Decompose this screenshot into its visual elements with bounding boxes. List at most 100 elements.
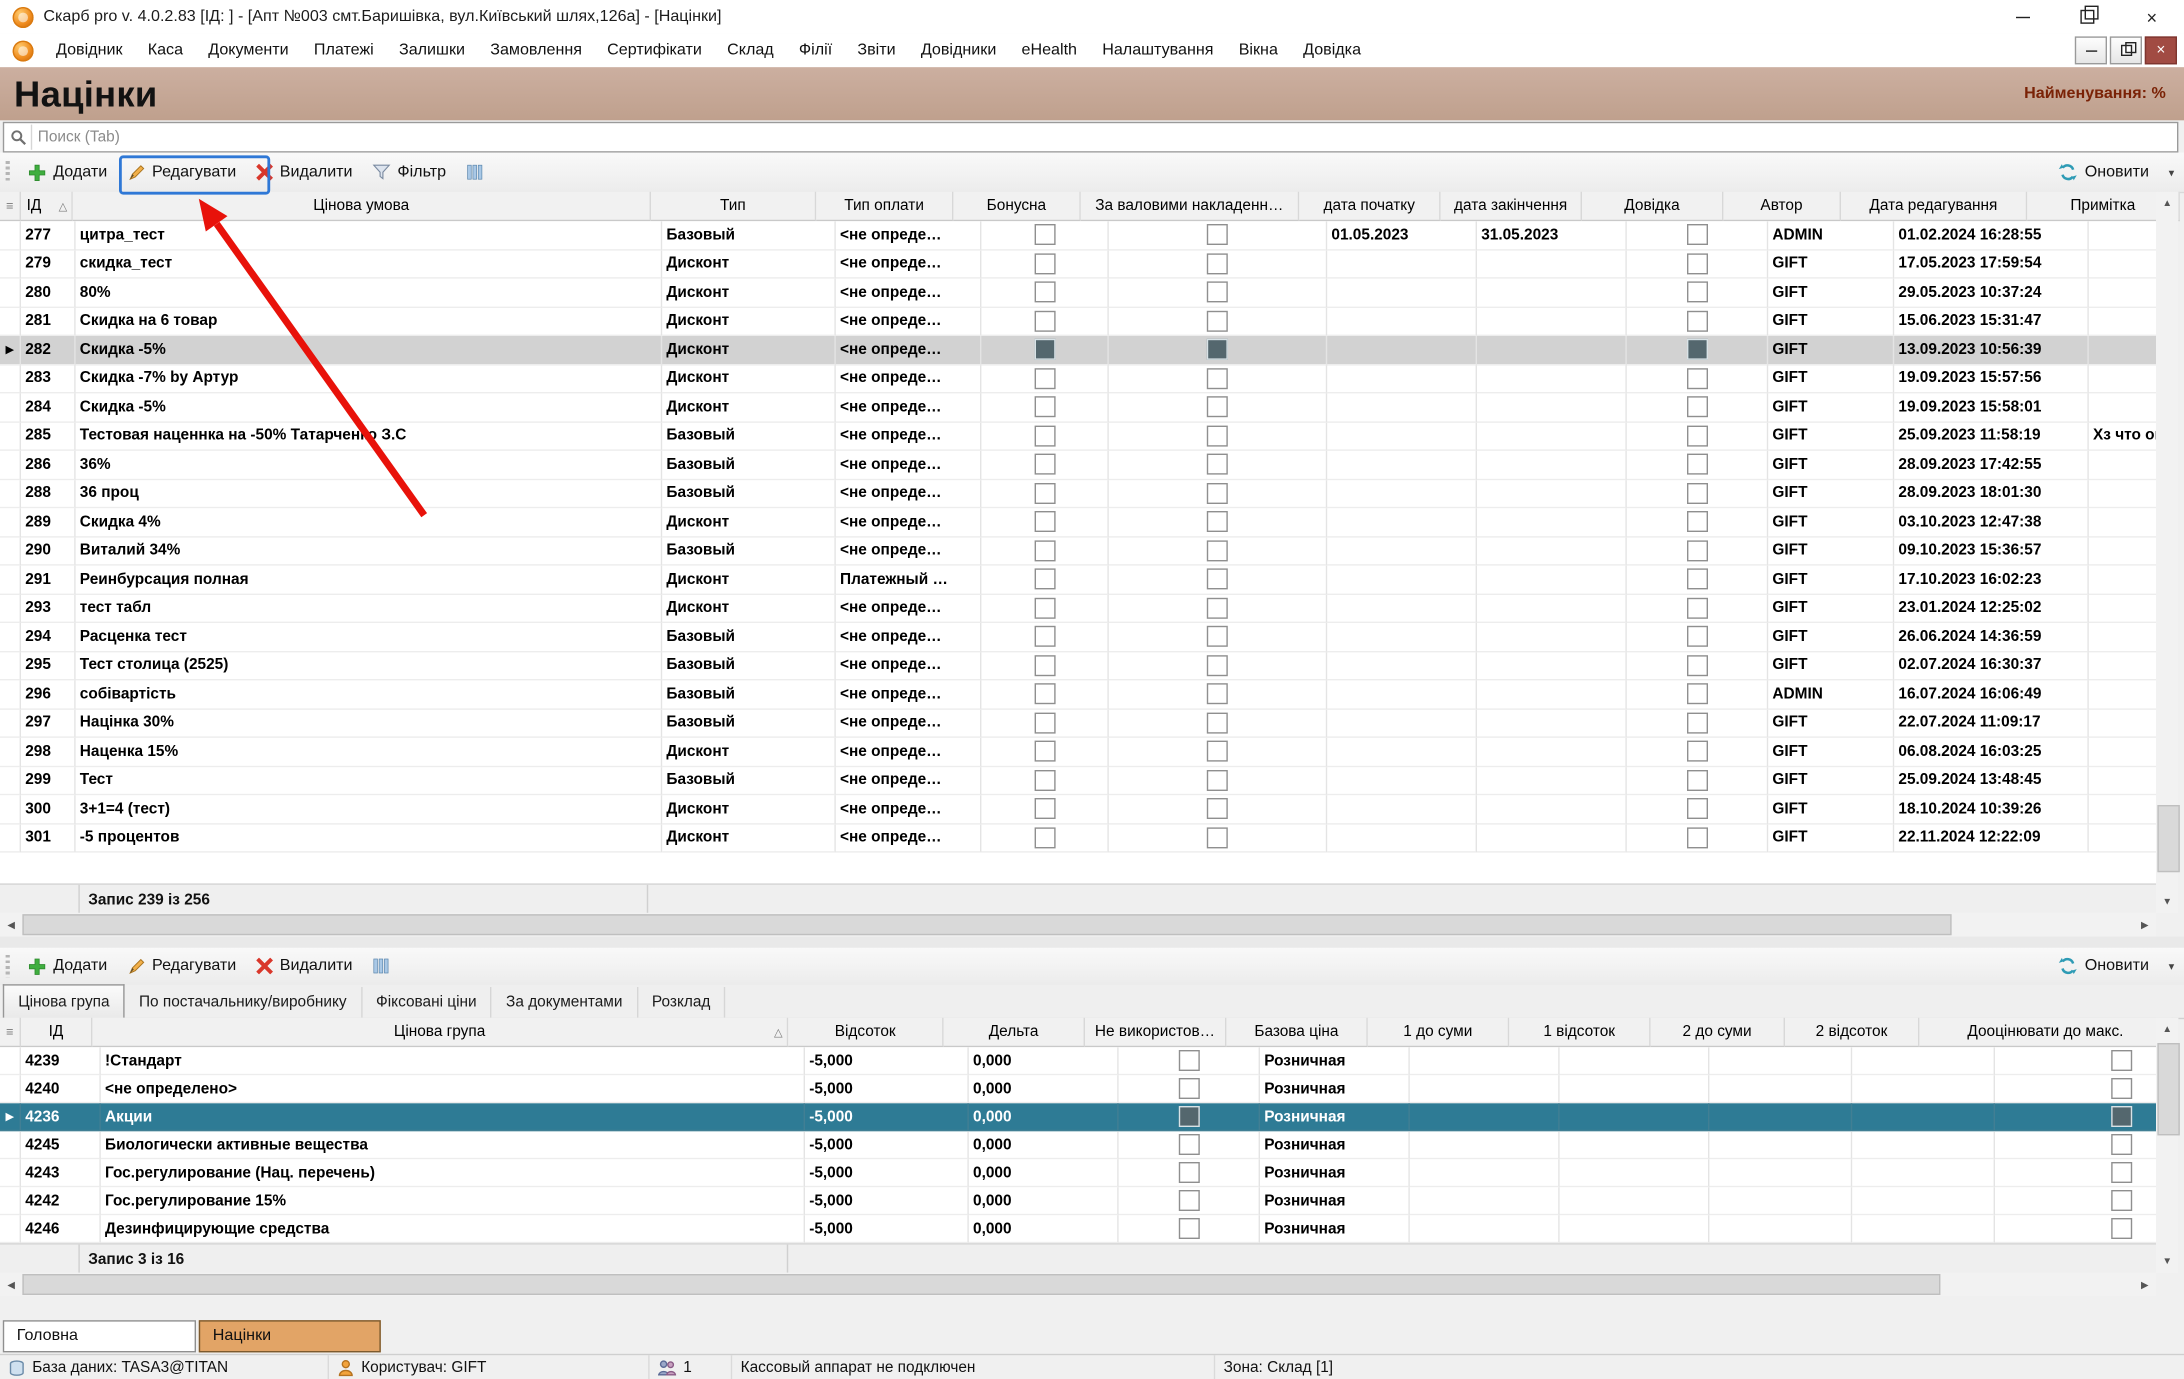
table-row[interactable]: 4240<не определено>-5,0000,000Розничная xyxy=(0,1075,2156,1103)
scroll-right-button[interactable]: ▶ xyxy=(2134,1273,2156,1297)
checkbox[interactable] xyxy=(1207,798,1228,819)
checkbox[interactable] xyxy=(1207,253,1228,274)
minimize-button[interactable] xyxy=(1991,0,2055,34)
panel-tab[interactable]: Розклад xyxy=(638,987,726,1018)
checkbox[interactable] xyxy=(1034,253,1055,274)
menu-item[interactable]: Довідник xyxy=(43,34,135,68)
checkbox[interactable] xyxy=(1207,597,1228,618)
checkbox[interactable] xyxy=(2111,1050,2132,1071)
checkbox[interactable] xyxy=(1034,741,1055,762)
checkbox[interactable] xyxy=(2111,1218,2132,1239)
column-header-date-start[interactable]: дата початку xyxy=(1299,192,1440,221)
checkbox[interactable] xyxy=(1034,827,1055,848)
checkbox[interactable] xyxy=(2111,1134,2132,1155)
checkbox[interactable] xyxy=(1034,569,1055,590)
column-header-pct1[interactable]: 1 відсоток xyxy=(1509,1018,1650,1047)
page-tab[interactable]: Головна xyxy=(3,1320,196,1352)
column-header-reprice[interactable]: Дооцінювати до макс. xyxy=(1919,1018,2172,1047)
menu-item[interactable]: Звіти xyxy=(845,34,908,68)
checkbox[interactable] xyxy=(1686,397,1707,418)
column-header-pay[interactable]: Тип оплати xyxy=(816,192,953,221)
table-row[interactable]: 299ТестБазовый<не опреде…GIFT25.09.2024 … xyxy=(0,767,2156,796)
table-row[interactable]: 297Націнка 30%Базовый<не опреде…GIFT22.0… xyxy=(0,709,2156,738)
checkbox[interactable] xyxy=(1686,798,1707,819)
table-row[interactable]: 285Тестовая наценнка на -50% Татарченко … xyxy=(0,422,2156,451)
vscroll-thumb[interactable] xyxy=(2157,1043,2179,1135)
checkbox[interactable] xyxy=(1034,397,1055,418)
checkbox[interactable] xyxy=(1034,798,1055,819)
checkbox[interactable] xyxy=(1034,425,1055,446)
column-header-name[interactable]: Цінова умова xyxy=(73,192,651,221)
table-row[interactable]: 4245Биологически активные вещества-5,000… xyxy=(0,1131,2156,1159)
add-button-bottom[interactable]: Додати xyxy=(18,948,117,984)
panel-tab[interactable]: За документами xyxy=(492,987,638,1018)
checkbox[interactable] xyxy=(1207,511,1228,532)
table-row[interactable]: 290Виталий 34%Базовый<не опреде…GIFT09.1… xyxy=(0,537,2156,566)
checkbox[interactable] xyxy=(1686,511,1707,532)
checkbox[interactable] xyxy=(1034,511,1055,532)
checkbox[interactable] xyxy=(1686,655,1707,676)
refresh-dropdown-icon[interactable]: ▾ xyxy=(2169,960,2184,973)
checkbox[interactable] xyxy=(1207,339,1228,360)
menu-item[interactable]: Налаштування xyxy=(1090,34,1226,68)
scroll-right-button[interactable]: ▶ xyxy=(2134,913,2156,937)
column-header-type[interactable]: Тип xyxy=(651,192,816,221)
checkbox[interactable] xyxy=(1686,425,1707,446)
column-header-bonus[interactable]: Бонусна xyxy=(953,192,1080,221)
menu-item[interactable]: Філії xyxy=(786,34,844,68)
checkbox[interactable] xyxy=(1178,1218,1199,1239)
checkbox[interactable] xyxy=(1686,310,1707,331)
checkbox[interactable] xyxy=(1686,626,1707,647)
checkbox[interactable] xyxy=(1034,282,1055,303)
table-row[interactable]: ▶282Скидка -5%Дисконт<не опреде…GIFT13.0… xyxy=(0,336,2156,365)
search-input[interactable] xyxy=(32,125,2177,150)
mdi-close-button[interactable]: × xyxy=(2145,36,2177,64)
menu-item[interactable]: Вікна xyxy=(1226,34,1290,68)
menu-item[interactable]: Довідники xyxy=(908,34,1009,68)
column-header-sum1[interactable]: 1 до суми xyxy=(1368,1018,1509,1047)
vscroll-thumb[interactable] xyxy=(2157,805,2179,872)
checkbox[interactable] xyxy=(1207,655,1228,676)
checkbox[interactable] xyxy=(1207,626,1228,647)
table-row[interactable]: 281Скидка на 6 товарДисконт<не опреде…GI… xyxy=(0,307,2156,336)
checkbox[interactable] xyxy=(1034,626,1055,647)
table-row[interactable]: 4246Дезинфицирующие средства-5,0000,000Р… xyxy=(0,1215,2156,1243)
scroll-left-button[interactable]: ◀ xyxy=(0,1273,22,1297)
column-header-not-used[interactable]: Не використов… xyxy=(1085,1018,1226,1047)
panel-tab[interactable]: По постачальнику/виробнику xyxy=(125,987,362,1018)
checkbox[interactable] xyxy=(1686,597,1707,618)
menu-item[interactable]: Довідка xyxy=(1291,34,1374,68)
filter-button[interactable]: Фільтр xyxy=(362,153,455,192)
checkbox[interactable] xyxy=(1686,712,1707,733)
table-row[interactable]: 296собівартістьБазовый<не опреде…ADMIN16… xyxy=(0,680,2156,709)
table-row[interactable]: 293тест таблДисконт<не опреде…GIFT23.01.… xyxy=(0,594,2156,623)
refresh-button[interactable]: Оновити xyxy=(2048,162,2158,182)
checkbox[interactable] xyxy=(1178,1078,1199,1099)
checkbox[interactable] xyxy=(1034,483,1055,504)
checkbox[interactable] xyxy=(1207,282,1228,303)
checkbox[interactable] xyxy=(1034,454,1055,475)
menu-item[interactable]: eHealth xyxy=(1009,34,1090,68)
checkbox[interactable] xyxy=(1034,339,1055,360)
checkbox[interactable] xyxy=(1686,224,1707,245)
checkbox[interactable] xyxy=(2111,1190,2132,1211)
checkbox[interactable] xyxy=(1207,712,1228,733)
checkbox[interactable] xyxy=(1178,1134,1199,1155)
menu-item[interactable]: Замовлення xyxy=(478,34,595,68)
checkbox[interactable] xyxy=(1034,684,1055,705)
table-row[interactable]: 284Скидка -5%Дисконт<не опреде…GIFT19.09… xyxy=(0,393,2156,422)
checkbox[interactable] xyxy=(1207,741,1228,762)
close-button[interactable]: × xyxy=(2120,0,2184,34)
column-header-id[interactable]: ІД△ xyxy=(21,192,73,221)
checkbox[interactable] xyxy=(1207,770,1228,791)
table-row[interactable]: 4242Гос.регулирование 15%-5,0000,000Розн… xyxy=(0,1187,2156,1215)
checkbox[interactable] xyxy=(1034,597,1055,618)
checkbox[interactable] xyxy=(1207,827,1228,848)
checkbox[interactable] xyxy=(2111,1078,2132,1099)
add-button[interactable]: Додати xyxy=(18,153,117,192)
column-header-pct2[interactable]: 2 відсоток xyxy=(1785,1018,1919,1047)
menu-item[interactable]: Сертифікати xyxy=(595,34,715,68)
checkbox[interactable] xyxy=(1686,684,1707,705)
table-row[interactable]: 301-5 процентовДисконт<не опреде…GIFT22.… xyxy=(0,824,2156,853)
refresh-dropdown-icon[interactable]: ▾ xyxy=(2169,166,2184,179)
